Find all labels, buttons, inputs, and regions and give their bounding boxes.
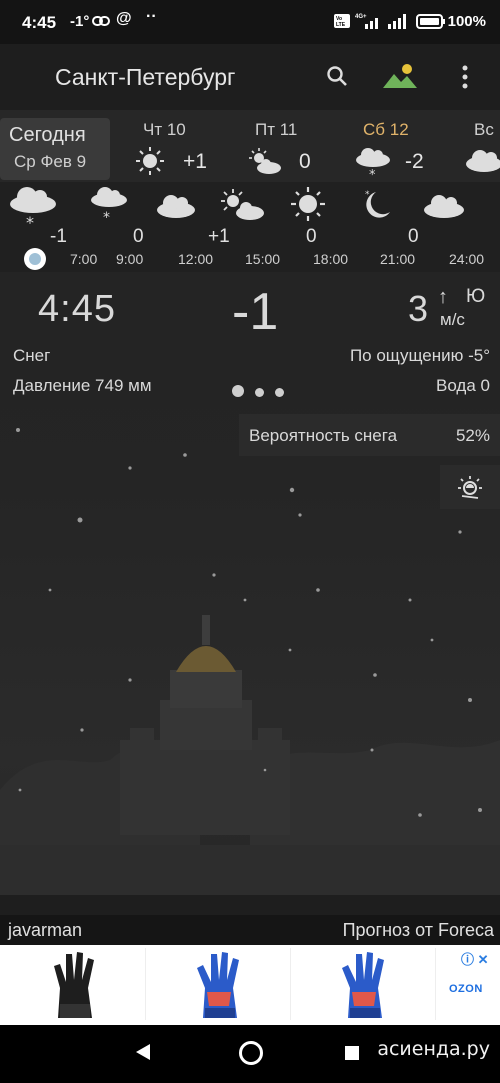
- hour-time: 15:00: [245, 251, 281, 267]
- svg-text:*: *: [26, 213, 34, 228]
- hour-time: 9:00: [116, 251, 144, 267]
- hour-temp: -1: [50, 226, 67, 247]
- wind-unit: м/с: [440, 310, 465, 329]
- more-vert-icon[interactable]: [458, 64, 472, 90]
- link-icon: [92, 16, 110, 26]
- moon-icon: *: [365, 190, 390, 218]
- landscape-icon[interactable]: [381, 62, 419, 90]
- status-time: 4:45: [22, 13, 57, 32]
- cloud-icon: [424, 195, 464, 218]
- status-temp: -1°: [70, 13, 90, 30]
- status-bar: 4:45 -1° @ ·· Vo LTE 4G+ 100%: [0, 0, 500, 44]
- sun-icon: [136, 147, 164, 175]
- day-name: Сб 12: [363, 120, 409, 139]
- svg-text:*: *: [369, 168, 376, 182]
- day-temp: +1: [183, 150, 207, 173]
- day-today[interactable]: Сегодня Ср Фев 9: [0, 118, 110, 180]
- more-dots-icon: ··: [146, 8, 157, 25]
- day-temp: 0: [299, 150, 311, 173]
- precip-label: Вероятность снега: [249, 426, 398, 445]
- snow-cloud-icon: *: [356, 148, 390, 182]
- app-bar: Санкт-Петербург: [0, 44, 500, 110]
- volte-icon: Vo LTE: [334, 14, 350, 28]
- current-time-marker: [24, 248, 46, 270]
- svg-text:*: *: [365, 190, 370, 200]
- cloud-icon: [157, 195, 195, 218]
- day-name: Чт 10: [143, 120, 186, 139]
- hourly-forecast[interactable]: * * * -1 0 +1 0 0 7:00 9:00 12:00 15:00 …: [0, 182, 500, 272]
- feels-like: По ощущению -5°: [349, 346, 490, 365]
- wind-arrow-icon: ↑: [438, 286, 448, 308]
- daily-forecast-row: Сегодня Ср Фев 9 Чт 10 +1 Пт 11 0 Сб 12 …: [0, 110, 500, 182]
- blue-glove-image: [342, 952, 384, 1018]
- home-icon[interactable]: [239, 1041, 263, 1065]
- current-weather-panel[interactable]: 4:45 -1 3 ↑ Ю м/с Снег По ощущению -5° Д…: [0, 276, 500, 404]
- condition: Снег: [13, 346, 51, 365]
- sun-icon: [291, 187, 325, 221]
- snow-cloud-icon: *: [10, 187, 56, 228]
- ad-item[interactable]: [149, 948, 291, 1020]
- sun-cloud-icon: [221, 189, 264, 220]
- sun-cloud-icon: [249, 148, 281, 174]
- svg-text:4G+: 4G+: [355, 14, 367, 20]
- today-label: Сегодня: [9, 124, 86, 146]
- sunrise-icon: [458, 476, 482, 499]
- blue-glove-image: [197, 952, 239, 1018]
- ad-banner[interactable]: ⓘ ✕ OZON: [0, 945, 500, 1025]
- watermark: асиенда.ру: [377, 1038, 490, 1060]
- black-glove-image: [54, 952, 94, 1018]
- hour-time: 7:00: [70, 251, 98, 267]
- cloud-icon: [466, 150, 500, 172]
- hour-time: 18:00: [313, 251, 349, 267]
- hour-time: 24:00: [449, 251, 485, 267]
- current-time: 4:45: [38, 288, 116, 330]
- hour-temp: 0: [306, 226, 317, 247]
- at-icon: @: [116, 10, 132, 27]
- wind-speed: 3: [408, 288, 429, 329]
- wind-direction: Ю: [466, 286, 486, 307]
- background-author[interactable]: javarman: [8, 920, 82, 941]
- signal-icon: [388, 14, 406, 29]
- ad-item[interactable]: [4, 948, 146, 1020]
- page-dot: [275, 388, 284, 397]
- hour-temp: 0: [133, 226, 144, 247]
- back-icon[interactable]: [135, 1043, 151, 1061]
- ad-brand: OZON: [449, 983, 483, 995]
- day-temp: -2: [405, 150, 424, 173]
- footer-bar: javarman Прогноз от Foreca: [0, 915, 500, 945]
- precip-value: 52%: [455, 426, 490, 445]
- page-indicator: [232, 384, 295, 402]
- page-dot: [255, 388, 264, 397]
- day-name: Вс: [474, 120, 494, 139]
- current-temp: -1: [232, 283, 279, 341]
- day-name: Пт 11: [255, 120, 298, 139]
- svg-text:LTE: LTE: [336, 22, 346, 28]
- recents-icon[interactable]: [345, 1046, 359, 1060]
- hour-temp: +1: [208, 226, 230, 247]
- city-title[interactable]: Санкт-Петербург: [55, 64, 235, 91]
- precip-probability: Вероятность снега 52%: [239, 414, 500, 456]
- page-dot: [232, 385, 244, 397]
- ad-item[interactable]: [294, 948, 436, 1020]
- water-temp: Вода 0: [436, 376, 490, 395]
- forecast-source[interactable]: Прогноз от Foreca: [343, 920, 494, 941]
- battery-percent: 100%: [447, 13, 486, 30]
- today-date: Ср Фев 9: [14, 152, 87, 171]
- snow-cloud-icon: *: [91, 187, 127, 224]
- hour-time: 21:00: [380, 251, 416, 267]
- ad-info-close[interactable]: ⓘ ✕: [461, 949, 489, 968]
- hour-temp: 0: [408, 226, 419, 247]
- svg-text:*: *: [103, 210, 110, 224]
- battery-icon: [416, 14, 445, 29]
- signal-4g-icon: 4G+: [355, 14, 378, 29]
- pressure: Давление 749 мм: [13, 376, 152, 395]
- search-icon[interactable]: [325, 64, 349, 88]
- sun-moon-button[interactable]: [440, 465, 500, 509]
- hour-time: 12:00: [178, 251, 214, 267]
